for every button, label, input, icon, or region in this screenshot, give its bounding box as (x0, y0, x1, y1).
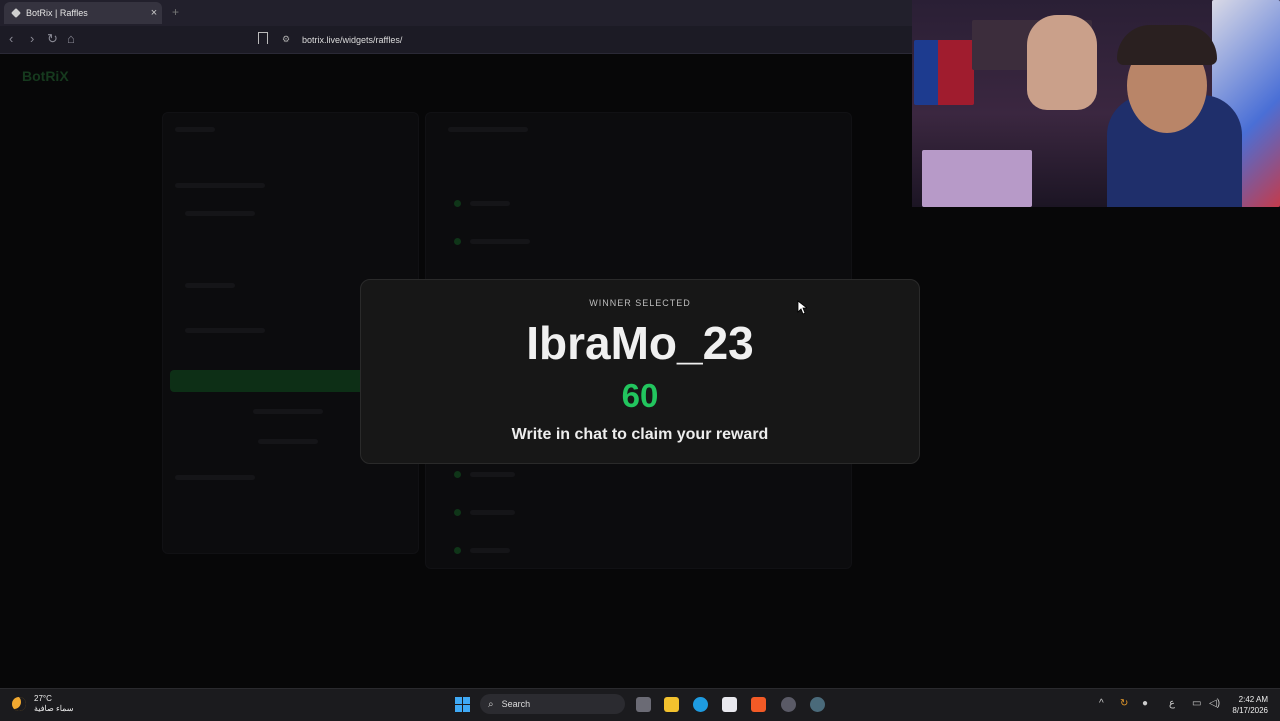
search-placeholder: Search (501, 699, 531, 709)
home-icon[interactable]: ⌂ (67, 32, 75, 46)
webcam-overlay (912, 0, 1280, 207)
raised-hand (1027, 15, 1097, 110)
person-hair (1117, 25, 1217, 65)
weather-description: سماء صافية (34, 704, 74, 713)
system-clock[interactable]: 2:42 AM 8/17/2026 (1232, 694, 1268, 716)
claim-countdown: 60 (621, 377, 659, 414)
store-icon[interactable] (722, 697, 737, 712)
close-tab-icon[interactable]: × (146, 7, 162, 19)
windows-taskbar: 27°C سماء صافية ⌕ Search ^ ↻ ● ع ▭ ◁) 2:… (0, 688, 1280, 721)
brave-browser-icon[interactable] (751, 697, 766, 712)
weather-widget[interactable]: 27°C سماء صافية (12, 694, 74, 714)
taskbar-search[interactable]: ⌕ Search (480, 694, 625, 714)
site-info-icon[interactable]: ⚙ (282, 34, 294, 45)
bookmark-icon[interactable] (258, 32, 268, 44)
microphone-icon[interactable]: ● (1142, 698, 1148, 709)
winner-selected-label: WINNER SELECTED (589, 298, 691, 308)
flag-decoration (914, 40, 974, 105)
language-indicator[interactable]: ع (1169, 698, 1175, 709)
moon-icon (12, 697, 26, 711)
tab-title: BotRix | Raffles (26, 8, 88, 18)
winner-name: IbraMo_23 (526, 317, 754, 369)
forward-icon[interactable]: › (30, 32, 34, 46)
search-icon: ⌕ (488, 698, 494, 710)
winner-modal: WINNER SELECTED IbraMo_23 60 Write in ch… (360, 279, 920, 464)
edge-browser-icon[interactable] (693, 697, 708, 712)
volume-icon[interactable]: ◁) (1209, 698, 1220, 709)
temperature: 27°C (34, 694, 52, 703)
network-icon[interactable]: ▭ (1192, 698, 1201, 709)
address-bar[interactable]: ⚙ botrix.live/widgets/raffles/ (282, 30, 912, 49)
clock-time: 2:42 AM (1238, 695, 1268, 704)
browser-tab[interactable]: BotRix | Raffles × (4, 2, 162, 24)
back-icon[interactable]: ‹ (9, 32, 13, 46)
task-view-icon[interactable] (636, 697, 651, 712)
start-button[interactable] (455, 697, 470, 712)
mouse-cursor-icon (797, 300, 807, 315)
url-text: botrix.live/widgets/raffles/ (302, 34, 403, 45)
app-icon[interactable] (781, 697, 796, 712)
sync-icon[interactable]: ↻ (1120, 698, 1128, 709)
new-tab-button[interactable]: + (172, 5, 179, 19)
show-hidden-icons-icon[interactable]: ^ (1099, 698, 1104, 709)
webcam-app-icon[interactable] (810, 697, 825, 712)
reload-icon[interactable]: ↻ (47, 32, 58, 46)
room-background (922, 150, 1032, 207)
claim-instruction: Write in chat to claim your reward (511, 426, 769, 443)
file-explorer-icon[interactable] (664, 697, 679, 712)
botrix-favicon-icon (11, 8, 21, 18)
botrix-logo: BotRiX (22, 68, 69, 84)
clock-date: 8/17/2026 (1232, 706, 1268, 715)
